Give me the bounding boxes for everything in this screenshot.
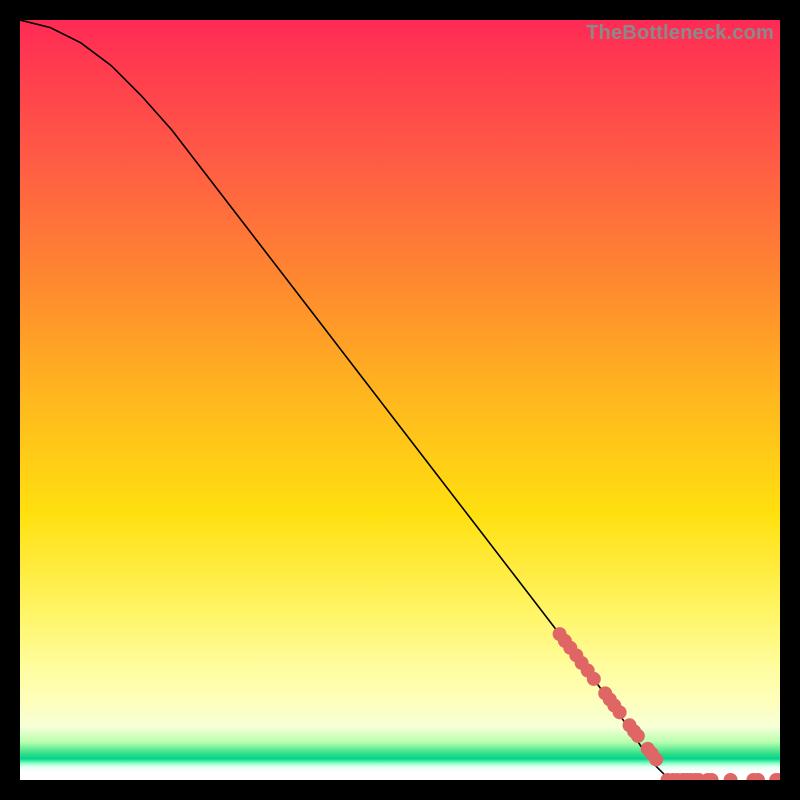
- data-point: [631, 729, 644, 742]
- scatter-on-curve: [553, 628, 663, 766]
- chart-overlay: [20, 20, 780, 780]
- data-point: [650, 753, 663, 766]
- chart-frame: TheBottleneck.com: [0, 0, 800, 800]
- plot-area: TheBottleneck.com: [20, 20, 780, 780]
- data-point: [587, 672, 600, 685]
- data-point: [724, 774, 737, 781]
- scatter-bottom: [661, 774, 780, 781]
- data-point: [613, 706, 626, 719]
